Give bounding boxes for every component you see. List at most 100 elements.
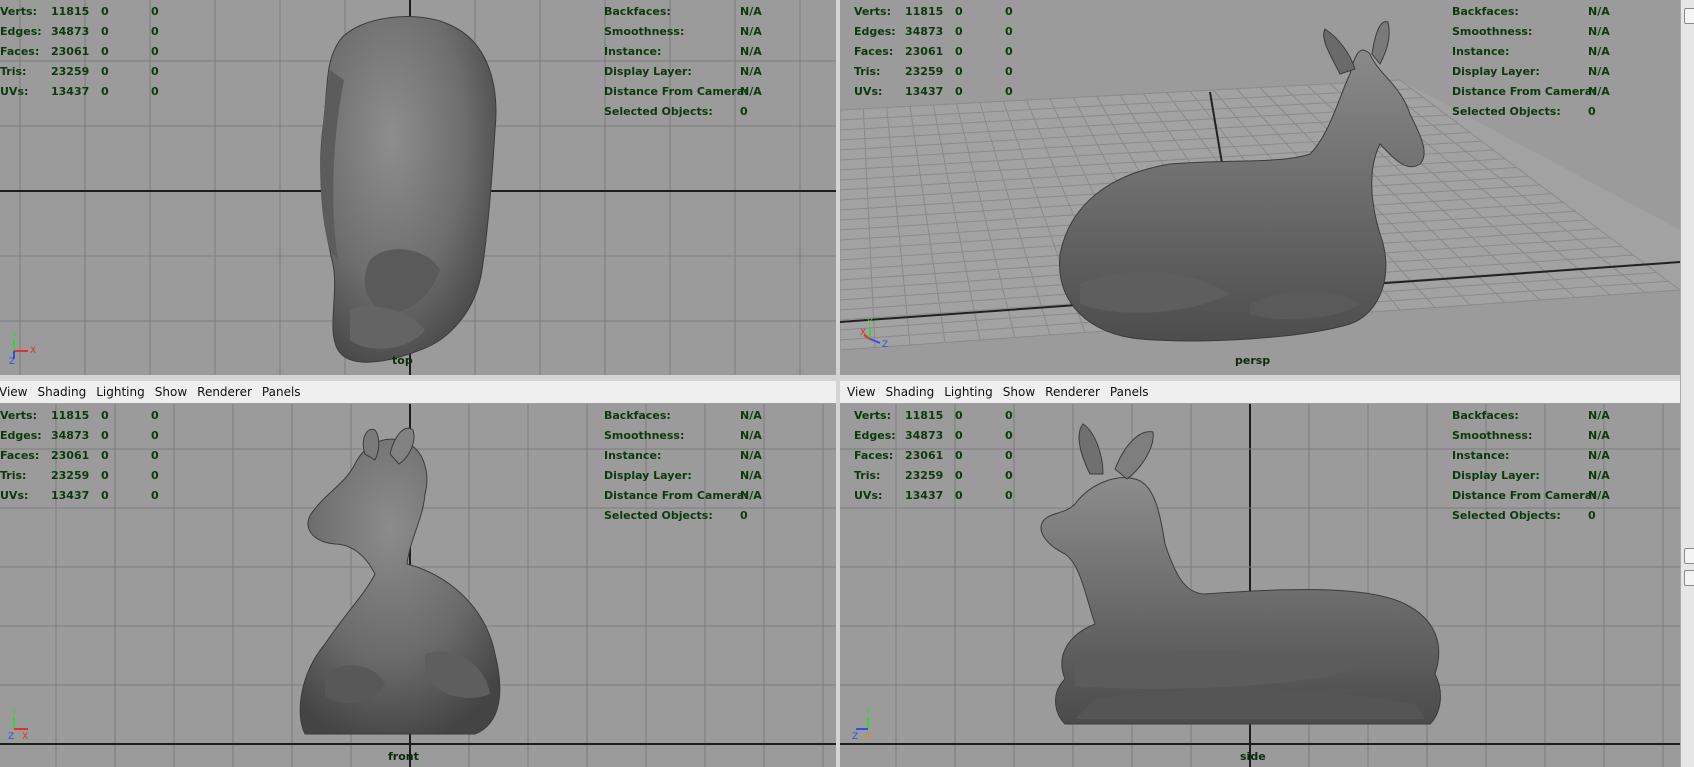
menu-panels[interactable]: Panels (257, 385, 306, 399)
menu-view[interactable]: View (0, 385, 32, 399)
hud-row: Edges: 34873 0 0 (0, 22, 181, 42)
hud-row: Edges: 34873 0 0 (854, 426, 1035, 446)
stat-label: UVs: (0, 489, 29, 502)
side-panel-edge[interactable] (1680, 0, 1694, 767)
panel-tab[interactable] (1684, 570, 1694, 586)
axis-y-label: Y (865, 708, 872, 718)
hud-row: Smoothness: N/A (1452, 22, 1628, 42)
menu-shading[interactable]: Shading (32, 385, 91, 399)
object-details-hud: Backfaces: N/A Smoothness: N/A Instance: N/… (604, 2, 780, 122)
hud-row: Edges: 34873 0 0 (0, 426, 181, 446)
hud-row: UVs: 13437 0 0 (0, 486, 181, 506)
hud-row: Selected Objects: 0 (1452, 102, 1628, 122)
panel-tab[interactable] (1684, 8, 1694, 24)
stat-value: 0 (955, 429, 963, 442)
pane-divider-horizontal[interactable] (0, 375, 1694, 381)
stat-label: Verts: (0, 409, 38, 422)
stat-label: Tris: (854, 65, 881, 78)
menu-shading[interactable]: Shading (880, 385, 939, 399)
hud-row: Backfaces: N/A (604, 2, 780, 22)
deer-model-top[interactable] (310, 10, 510, 375)
info-value: N/A (1588, 469, 1610, 482)
stat-value: 11815 (905, 5, 944, 18)
axis-y-label: Y (866, 318, 873, 328)
viewport-top[interactable]: Verts: 11815 0 0 Edges: 34873 0 0 Faces: 23061 0… (0, 0, 836, 375)
info-value: N/A (740, 409, 762, 422)
hud-row: Backfaces: N/A (604, 406, 780, 426)
hud-row: Edges: 34873 0 0 (854, 22, 1035, 42)
stat-value: 23061 (51, 449, 90, 462)
info-value: 0 (740, 105, 748, 118)
viewport-canvas[interactable]: Verts: 11815 0 0 Edges: 34873 0 0 Faces: 23061 0… (0, 0, 836, 375)
stat-value: 0 (1005, 25, 1013, 38)
panel-tab[interactable] (1684, 548, 1694, 564)
hud-row: Distance From Camera: N/A (1452, 82, 1628, 102)
stat-value: 13437 (51, 489, 90, 502)
info-value: N/A (1588, 409, 1610, 422)
viewport-front[interactable]: View Shading Lighting Show Renderer Pane… (0, 381, 836, 767)
menu-renderer[interactable]: Renderer (1040, 385, 1105, 399)
stat-value: 23061 (51, 45, 90, 58)
deer-model-front[interactable] (295, 424, 515, 754)
info-label: Selected Objects: (604, 509, 713, 522)
info-label: Distance From Camera: (1452, 85, 1597, 98)
info-value: N/A (740, 469, 762, 482)
info-label: Instance: (604, 45, 662, 58)
info-label: Distance From Camera: (604, 489, 749, 502)
stat-value: 0 (151, 409, 159, 422)
hud-row: Instance: N/A (604, 42, 780, 62)
menu-lighting[interactable]: Lighting (91, 385, 150, 399)
axis-z-label: Z (9, 357, 15, 365)
info-label: Display Layer: (604, 469, 692, 482)
menu-lighting[interactable]: Lighting (939, 385, 998, 399)
stat-value: 0 (101, 65, 109, 78)
stat-label: Edges: (854, 429, 896, 442)
stat-label: Tris: (0, 469, 27, 482)
stat-value: 0 (101, 25, 109, 38)
info-value: N/A (1588, 45, 1610, 58)
viewport-canvas[interactable]: Verts: 11815 0 0 Edges: 34873 0 0 Faces: 23061 0… (840, 404, 1680, 767)
axis-gizmo: Y X Z (9, 330, 36, 365)
info-label: Selected Objects: (604, 105, 713, 118)
stat-value: 0 (955, 25, 963, 38)
viewport-canvas[interactable]: Verts: 11815 0 0 Edges: 34873 0 0 Faces: 23061 0… (840, 0, 1680, 375)
info-label: Distance From Camera: (1452, 489, 1597, 502)
poly-count-hud: Verts: 11815 0 0 Edges: 34873 0 0 Faces: 23061 0… (854, 2, 1035, 102)
stat-label: Edges: (0, 25, 42, 38)
stat-value: 0 (151, 45, 159, 58)
menu-show[interactable]: Show (150, 385, 192, 399)
stat-label: Faces: (0, 45, 40, 58)
stat-value: 11815 (905, 409, 944, 422)
viewport-persp[interactable]: Verts: 11815 0 0 Edges: 34873 0 0 Faces: 23061 0… (840, 0, 1680, 375)
panel-menubar: View Shading Lighting Show Renderer Pane… (0, 381, 836, 404)
stat-value: 23259 (905, 65, 944, 78)
hud-row: Faces: 23061 0 0 (0, 42, 181, 62)
stat-value: 34873 (905, 429, 944, 442)
stat-value: 0 (151, 25, 159, 38)
stat-value: 0 (151, 5, 159, 18)
deer-model-side[interactable] (1035, 414, 1495, 754)
axis-z-label: Z (852, 732, 858, 741)
menu-view[interactable]: View (842, 385, 880, 399)
stat-label: Edges: (854, 25, 896, 38)
stat-label: Verts: (854, 409, 892, 422)
stat-label: Verts: (0, 5, 38, 18)
menu-panels[interactable]: Panels (1105, 385, 1154, 399)
viewport-side[interactable]: View Shading Lighting Show Renderer Pane… (840, 381, 1680, 767)
info-value: 0 (1588, 509, 1596, 522)
stat-value: 0 (101, 45, 109, 58)
info-value: N/A (1588, 85, 1610, 98)
menu-show[interactable]: Show (998, 385, 1040, 399)
poly-count-hud: Verts: 11815 0 0 Edges: 34873 0 0 Faces: 23061 0… (0, 2, 181, 102)
info-value: N/A (740, 489, 762, 502)
deer-model-persp[interactable] (1050, 14, 1490, 344)
hud-row: Backfaces: N/A (1452, 406, 1628, 426)
viewport-canvas[interactable]: Verts: 11815 0 0 Edges: 34873 0 0 Faces: 23061 0… (0, 404, 836, 767)
stat-value: 0 (101, 409, 109, 422)
pane-divider-vertical[interactable] (836, 0, 840, 767)
hud-row: Verts: 11815 0 0 (854, 2, 1035, 22)
menu-renderer[interactable]: Renderer (192, 385, 257, 399)
stat-label: UVs: (0, 85, 29, 98)
stat-value: 13437 (905, 489, 944, 502)
hud-row: Verts: 11815 0 0 (854, 406, 1035, 426)
